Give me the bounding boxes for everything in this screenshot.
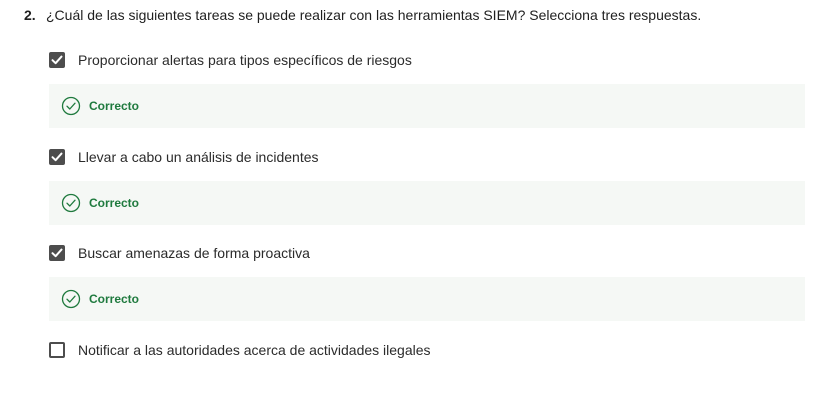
check-icon: [51, 55, 63, 65]
option-label: Buscar amenazas de forma proactiva: [78, 245, 310, 261]
question-text: ¿Cuál de las siguientes tareas se puede …: [46, 7, 702, 23]
option-label: Llevar a cabo un análisis de incidentes: [78, 149, 319, 165]
option-label: Notificar a las autoridades acerca de ac…: [78, 342, 431, 358]
checkbox-checked[interactable]: [49, 245, 65, 261]
question-header: 2. ¿Cuál de las siguientes tareas se pue…: [24, 6, 810, 24]
check-icon: [51, 152, 63, 162]
feedback-correct: Correcto: [49, 277, 805, 321]
feedback-text: Correcto: [89, 99, 140, 113]
checkbox-unchecked[interactable]: [49, 342, 65, 358]
checkbox-checked[interactable]: [49, 149, 65, 165]
feedback-correct: Correcto: [49, 84, 805, 128]
checkbox-checked[interactable]: [49, 52, 65, 68]
circle-check-icon: [61, 96, 81, 116]
option-3[interactable]: Buscar amenazas de forma proactiva: [49, 243, 310, 263]
option-2[interactable]: Llevar a cabo un análisis de incidentes: [49, 147, 319, 167]
circle-check-icon: [61, 289, 81, 309]
feedback-text: Correcto: [89, 292, 140, 306]
check-icon: [51, 248, 63, 258]
option-1[interactable]: Proporcionar alertas para tipos específi…: [49, 50, 412, 70]
feedback-correct: Correcto: [49, 181, 805, 225]
circle-check-icon: [61, 193, 81, 213]
option-4[interactable]: Notificar a las autoridades acerca de ac…: [49, 340, 431, 360]
question-block: 2. ¿Cuál de las siguientes tareas se pue…: [24, 6, 810, 24]
question-number: 2.: [24, 7, 36, 23]
option-label: Proporcionar alertas para tipos específi…: [78, 52, 412, 68]
feedback-text: Correcto: [89, 196, 140, 210]
